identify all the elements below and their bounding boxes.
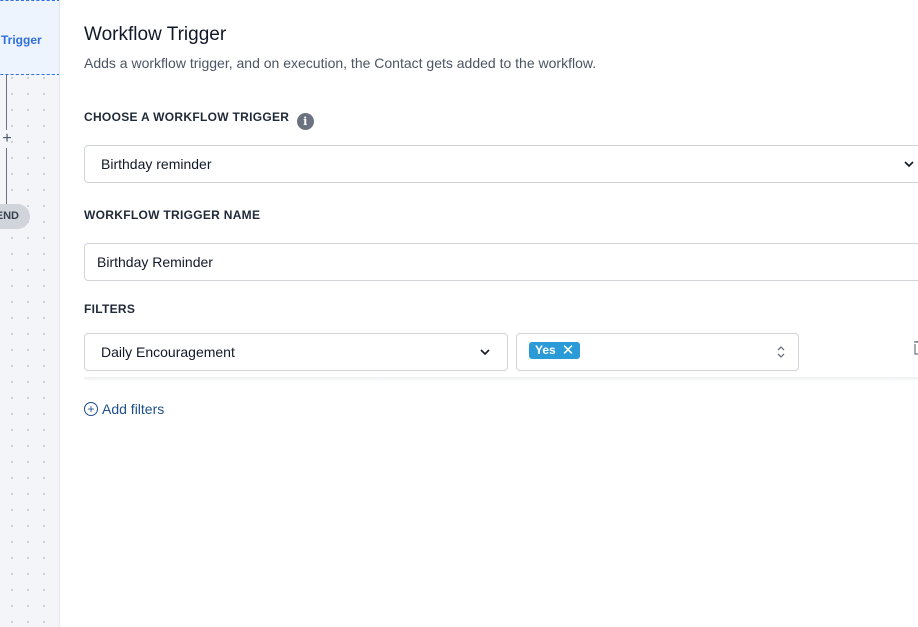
connector-line: [6, 75, 7, 130]
trigger-type-value: Birthday reminder: [101, 156, 212, 172]
add-filters-link[interactable]: + Add filters: [84, 401, 164, 417]
trigger-node[interactable]: Trigger: [0, 0, 59, 75]
filter-row-divider: [84, 377, 918, 380]
plus-circle-icon: +: [84, 402, 98, 416]
panel-title: Workflow Trigger: [84, 24, 227, 45]
end-node: END: [0, 204, 30, 229]
filters-label: FILTERS: [84, 302, 136, 316]
filter-field-value: Daily Encouragement: [101, 344, 235, 360]
filter-value-tag: Yes ✕: [529, 342, 581, 359]
chevron-down-icon: [480, 349, 490, 356]
close-icon[interactable]: ✕: [562, 342, 575, 359]
filter-field-select[interactable]: Daily Encouragement: [84, 333, 508, 371]
add-filters-label: Add filters: [102, 401, 165, 417]
trash-icon[interactable]: [913, 341, 918, 355]
sort-updown-icon: [777, 346, 785, 358]
chevron-down-icon: [904, 161, 914, 168]
connector-line: [6, 148, 7, 204]
workflow-canvas[interactable]: Trigger + END: [0, 0, 60, 627]
choose-trigger-label-text: CHOOSE A WORKFLOW TRIGGER: [84, 110, 290, 124]
add-step-button[interactable]: +: [0, 130, 14, 148]
filter-value-select[interactable]: Yes ✕: [516, 333, 799, 371]
trigger-name-input[interactable]: [84, 243, 918, 281]
trigger-node-label: Trigger: [1, 33, 42, 47]
info-icon[interactable]: i: [296, 113, 314, 130]
trigger-name-label: WORKFLOW TRIGGER NAME: [84, 208, 261, 222]
trigger-type-select[interactable]: Birthday reminder: [84, 145, 918, 183]
choose-trigger-label: CHOOSE A WORKFLOW TRIGGER i: [84, 110, 314, 130]
panel-subtitle: Adds a workflow trigger, and on executio…: [84, 55, 597, 71]
filter-tag-label: Yes: [535, 343, 556, 357]
trigger-config-panel: Workflow Trigger Adds a workflow trigger…: [84, 0, 918, 627]
